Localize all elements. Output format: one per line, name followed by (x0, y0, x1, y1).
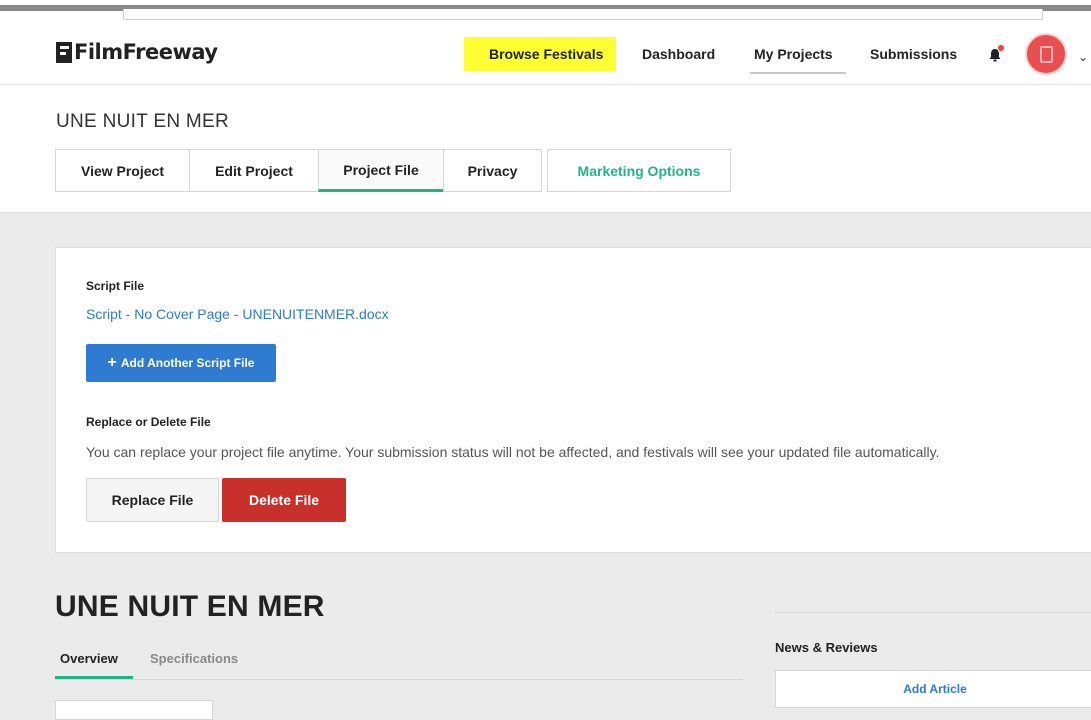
add-script-file-label: Add Another Script File (120, 356, 255, 370)
tab-overview[interactable]: Overview (60, 651, 118, 666)
avatar-icon (1040, 46, 1053, 63)
project-file-card: Script File Script - No Cover Page - UNE… (55, 247, 1091, 553)
tab-edit-project[interactable]: Edit Project (189, 149, 318, 192)
script-file-label: Script File (86, 279, 145, 293)
replace-file-button[interactable]: Replace File (86, 478, 219, 522)
project-header: UNE NUIT EN MER View Project Edit Projec… (0, 85, 1091, 213)
nav-submissions[interactable]: Submissions (870, 46, 957, 62)
nav-active-underline (750, 72, 846, 74)
delete-file-button[interactable]: Delete File (222, 478, 346, 522)
bell-icon[interactable] (988, 45, 1004, 62)
top-navbar: FilmFreeway Browse Festivals Dashboard M… (0, 22, 1091, 85)
tab-project-file[interactable]: Project File (318, 149, 443, 192)
tab-specifications[interactable]: Specifications (150, 651, 238, 666)
nav-browse-festivals[interactable]: Browse Festivals (464, 37, 616, 71)
add-article-button[interactable]: Add Article (775, 670, 1091, 708)
sidebar-divider (775, 612, 1091, 613)
address-bar[interactable] (123, 9, 1043, 20)
replace-delete-heading: Replace or Delete File (86, 415, 211, 429)
add-script-file-button[interactable]: + Add Another Script File (86, 344, 276, 382)
chevron-down-icon[interactable]: ⌄ (1078, 50, 1088, 64)
script-file-link[interactable]: Script - No Cover Page - UNENUITENMER.do… (86, 306, 389, 322)
browser-top-strip (0, 0, 1091, 22)
tab-marketing-options[interactable]: Marketing Options (547, 149, 731, 192)
news-reviews-heading: News & Reviews (775, 640, 878, 655)
plus-icon: + (107, 354, 117, 371)
overview-content-box (55, 700, 213, 720)
project-tabs: View Project Edit Project Project File P… (55, 149, 731, 192)
avatar[interactable] (1025, 33, 1067, 75)
tab-view-project[interactable]: View Project (55, 149, 189, 192)
replace-description: You can replace your project file anytim… (86, 444, 940, 460)
notification-dot (998, 45, 1004, 51)
overview-title: UNE NUIT EN MER (55, 590, 325, 623)
subtabs-divider (55, 679, 743, 680)
nav-dashboard[interactable]: Dashboard (642, 46, 715, 62)
filmfreeway-logo[interactable]: FilmFreeway (56, 40, 218, 64)
tab-privacy[interactable]: Privacy (443, 149, 542, 192)
logo-f-icon (56, 41, 72, 63)
logo-text: FilmFreeway (74, 40, 218, 64)
nav-my-projects[interactable]: My Projects (754, 46, 833, 62)
project-title: UNE NUIT EN MER (56, 111, 230, 132)
